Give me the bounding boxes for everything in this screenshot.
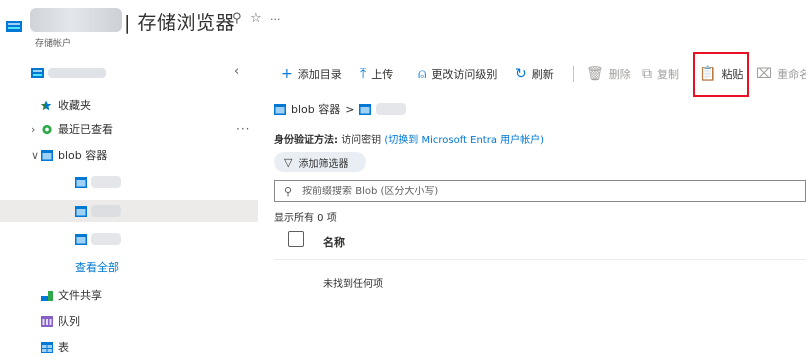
select-all-checkbox[interactable] — [288, 231, 304, 247]
view-all-link[interactable]: 查看全部 — [75, 259, 119, 275]
container-icon — [359, 103, 372, 115]
account-name-redacted — [30, 8, 122, 32]
collapse-tree-icon[interactable]: ‹ — [234, 64, 239, 79]
refresh-icon: ↻ — [515, 66, 527, 82]
lock-icon: ⍝ — [418, 66, 427, 82]
more-options-icon[interactable]: ··· — [236, 122, 250, 136]
paste-highlight-box — [693, 52, 749, 97]
storage-account-icon — [31, 68, 44, 78]
chevron-down-icon[interactable]: ∨ — [31, 149, 39, 162]
container-icon — [75, 176, 87, 188]
plus-icon: + — [281, 66, 293, 82]
tree-item-label: 表 — [58, 341, 69, 354]
copy-label: 复制 — [657, 68, 679, 81]
page-title: | 存储浏览器 — [124, 12, 235, 34]
container-icon — [75, 233, 87, 245]
toolbar-divider — [573, 66, 574, 82]
breadcrumb: blob 容器 > — [274, 101, 407, 117]
tree-item-label: 收藏夹 — [58, 99, 91, 112]
container-icon — [75, 205, 87, 217]
copy-icon: ⧉ — [642, 66, 652, 82]
add-directory-label: 添加目录 — [297, 68, 342, 81]
tree-item-queues[interactable]: 队列 — [0, 310, 258, 332]
delete-button[interactable]: 🗑 删除 — [586, 64, 631, 84]
tree-item-file-shares[interactable]: 文件共享 — [0, 284, 258, 306]
empty-state-text: 未找到任何项 — [323, 279, 383, 290]
add-filter-label: 添加筛选器 — [298, 158, 349, 170]
tree-item-label: 最近已查看 — [58, 123, 113, 136]
star-icon — [40, 99, 52, 110]
tree-item-recent[interactable]: › 最近已查看 ··· — [0, 118, 258, 140]
container-icon — [41, 149, 53, 161]
more-actions-icon[interactable]: ··· — [270, 13, 281, 26]
table-icon — [41, 341, 53, 353]
chevron-right-icon[interactable]: › — [31, 123, 35, 136]
search-input[interactable] — [302, 185, 783, 197]
auth-value: 访问密钥 — [341, 135, 382, 146]
tree-item-container[interactable] — [0, 228, 258, 250]
tree-item-tables[interactable]: 表 — [0, 336, 258, 356]
switch-auth-link[interactable]: (切换到 Microsoft Entra 用户帐户) — [384, 135, 544, 146]
breadcrumb-separator: > — [345, 102, 355, 116]
rename-button[interactable]: ⌧ 重命名 — [756, 64, 806, 84]
delete-label: 删除 — [608, 68, 631, 81]
change-tier-label: 更改访问级别 — [431, 68, 498, 81]
copy-button[interactable]: ⧉ 复制 — [642, 64, 679, 84]
container-icon — [274, 103, 286, 115]
tree-item-blob-containers[interactable]: ∨ blob 容器 — [0, 144, 258, 166]
add-directory-button[interactable]: + 添加目录 — [281, 64, 342, 84]
upload-button[interactable]: ⤒ 上传 — [360, 64, 393, 84]
refresh-label: 刷新 — [531, 68, 554, 81]
file-share-icon — [41, 290, 53, 301]
rename-label: 重命名 — [777, 68, 806, 81]
auth-label: 身份验证方法: — [274, 135, 338, 146]
account-name-redacted — [48, 68, 106, 78]
storage-account-icon — [6, 17, 22, 33]
container-name-redacted — [91, 176, 121, 188]
tree-item-container[interactable] — [0, 171, 258, 193]
column-header-name[interactable]: 名称 — [323, 234, 345, 250]
tree-item-label: blob 容器 — [58, 149, 108, 162]
recent-gear-icon — [42, 124, 52, 134]
container-name-redacted — [91, 233, 121, 245]
breadcrumb-root[interactable]: blob 容器 — [291, 101, 340, 117]
search-icon: ⚲ — [284, 184, 293, 198]
tree-item-label: 文件共享 — [58, 289, 102, 302]
tree-item-favorites[interactable]: 收藏夹 — [0, 94, 258, 116]
container-name-redacted — [91, 205, 121, 217]
favorite-star-icon[interactable]: ☆ — [250, 11, 262, 26]
change-tier-button[interactable]: ⍝ 更改访问级别 — [418, 64, 497, 84]
tree-item-view-all[interactable]: 查看全部 — [0, 256, 258, 278]
upload-icon: ⤒ — [360, 66, 367, 82]
tree-item-container-selected[interactable] — [0, 200, 258, 222]
search-box: ⚲ — [274, 180, 806, 202]
filter-icon: ▽ — [284, 155, 293, 169]
auth-method: 身份验证方法: 访问密钥 (切换到 Microsoft Entra 用户帐户) — [274, 131, 544, 146]
refresh-button[interactable]: ↻ 刷新 — [515, 64, 554, 84]
queue-icon — [41, 315, 53, 327]
page-subtitle: 存储帐户 — [35, 39, 72, 49]
item-count: 显示所有 0 项 — [274, 213, 337, 224]
add-filter-button[interactable]: ▽ 添加筛选器 — [274, 152, 366, 172]
trash-icon: 🗑 — [586, 66, 604, 82]
tree-item-label: 队列 — [58, 315, 80, 328]
header-divider — [274, 259, 806, 260]
rename-icon: ⌧ — [756, 66, 773, 82]
pin-icon[interactable]: ⚲ — [232, 11, 242, 26]
breadcrumb-container-redacted[interactable] — [376, 103, 407, 115]
upload-label: 上传 — [371, 68, 394, 81]
